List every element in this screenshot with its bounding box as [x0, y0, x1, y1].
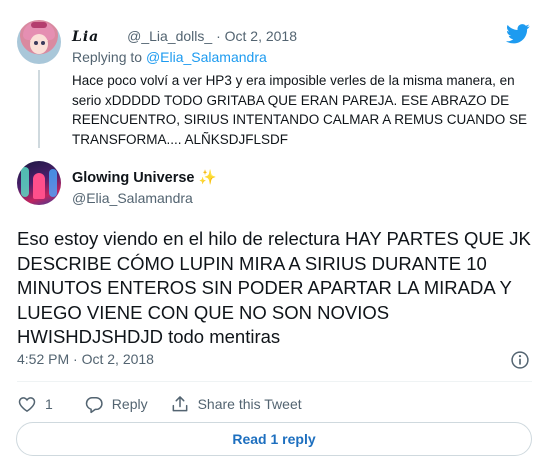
thread-connector-line [38, 70, 40, 148]
read-replies-button[interactable]: Read 1 reply [16, 422, 532, 456]
main-tweet-text: Eso estoy viendo en el hilo de relectura… [17, 228, 531, 347]
timestamp-separator: · [73, 351, 78, 367]
replying-mention-link[interactable]: @Elia_Salamandra [146, 49, 267, 65]
parent-display-name[interactable]: Lia [72, 29, 99, 45]
sparkles-icon: ✨ [198, 170, 217, 186]
reply-button[interactable]: Reply [84, 394, 148, 414]
embedded-tweet-card: Lia @_Lia_dolls_ · Oct 2, 2018 Replying … [0, 0, 547, 469]
parent-date[interactable]: Oct 2, 2018 [225, 28, 297, 44]
main-display-name-row[interactable]: Glowing Universe ✨ [72, 169, 217, 186]
replying-to-line: Replying to @Elia_Salamandra [72, 49, 267, 65]
main-avatar[interactable] [17, 161, 61, 205]
parent-tweet-text: Hace poco volví a ver HP3 y era imposibl… [72, 73, 528, 147]
main-handle[interactable]: @Elia_Salamandra [72, 190, 193, 206]
tweet-actions-bar: 1 Reply Share this Tweet [17, 393, 302, 415]
reply-bubble-icon [85, 397, 103, 414]
share-button[interactable]: Share this Tweet [170, 394, 302, 414]
share-icon [172, 396, 188, 412]
tweet-timestamp[interactable]: 4:52 PM · Oct 2, 2018 [17, 351, 154, 367]
parent-tweet-header: Lia @_Lia_dolls_ · Oct 2, 2018 [72, 27, 297, 46]
share-label: Share this Tweet [197, 396, 302, 412]
main-display-name[interactable]: Glowing Universe [72, 170, 194, 186]
like-count: 1 [45, 396, 53, 412]
parent-handle[interactable]: @_Lia_dolls_ [127, 28, 212, 44]
parent-separator: · [216, 28, 221, 44]
like-button[interactable]: 1 [17, 394, 53, 414]
twitter-bird-icon[interactable] [506, 24, 530, 44]
reply-label: Reply [111, 396, 148, 412]
replying-prefix: Replying to [72, 49, 143, 65]
actions-divider [17, 381, 532, 382]
tweet-time[interactable]: 4:52 PM [17, 351, 69, 367]
tweet-date[interactable]: Oct 2, 2018 [82, 351, 154, 367]
heart-icon [18, 397, 36, 412]
info-icon[interactable] [510, 350, 530, 370]
parent-avatar[interactable] [17, 20, 61, 64]
